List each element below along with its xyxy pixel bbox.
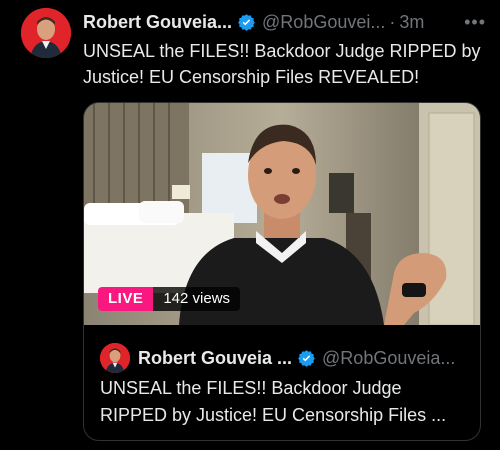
author-handle[interactable]: @RobGouvei... xyxy=(262,12,385,33)
quoted-avatar-photo xyxy=(100,343,130,373)
tweet-header: Robert Gouveia... @RobGouvei... · 3m ••• xyxy=(83,10,486,34)
quoted-author-handle[interactable]: @RobGouveia... xyxy=(322,348,455,369)
verified-badge-icon xyxy=(238,13,255,31)
separator-dot: · xyxy=(389,11,396,32)
verified-badge-icon xyxy=(298,349,315,367)
quoted-tweet-text: UNSEAL the FILES!! Backdoor Judge RIPPED… xyxy=(100,378,447,425)
quoted-avatar[interactable] xyxy=(100,343,130,373)
live-video-thumbnail[interactable]: LIVE 142 views xyxy=(84,103,480,325)
tweet[interactable]: Robert Gouveia... @RobGouvei... · 3m •••… xyxy=(0,0,500,450)
quoted-author-name[interactable]: Robert Gouveia ... xyxy=(138,348,292,369)
live-indicator: LIVE 142 views xyxy=(98,287,241,311)
avatar-photo xyxy=(21,8,71,58)
more-icon[interactable]: ••• xyxy=(464,12,486,33)
tweet-text: UNSEAL the FILES!! Backdoor Judge RIPPED… xyxy=(83,41,481,87)
author-name[interactable]: Robert Gouveia... xyxy=(83,12,232,33)
live-badge: LIVE xyxy=(98,287,154,311)
view-count: 142 views xyxy=(153,287,241,311)
quoted-tweet-card[interactable]: LIVE 142 views Robert Gouveia ... @RobGo… xyxy=(83,102,481,441)
quoted-tweet-header: Robert Gouveia ... @RobGouveia... xyxy=(100,343,466,373)
timestamp[interactable]: 3m xyxy=(399,12,424,33)
avatar[interactable] xyxy=(21,8,71,58)
